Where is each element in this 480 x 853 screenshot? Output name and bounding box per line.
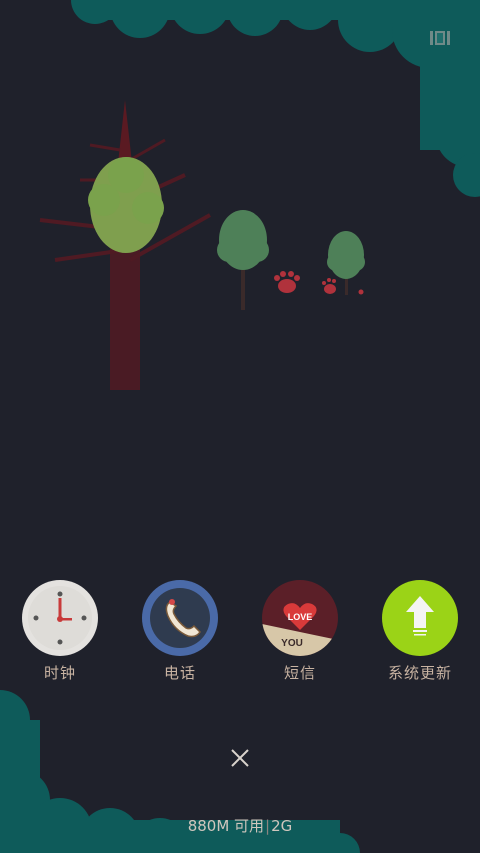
app-label-clock: 时钟	[43, 664, 76, 682]
red-tree	[39, 100, 211, 390]
memory-available: 880M 可用	[187, 817, 265, 835]
app-label-system-update: 系统更新	[387, 664, 452, 682]
app-system-update[interactable]: 系统更新	[365, 580, 475, 690]
app-clock[interactable]: 时钟	[5, 580, 115, 690]
clock-icon	[22, 580, 98, 656]
phone-icon	[142, 580, 218, 656]
app-label-messages: 短信	[283, 664, 316, 682]
app-label-phone: 电话	[163, 664, 196, 682]
memory-network: 2G	[271, 817, 293, 835]
system-update-icon	[382, 580, 458, 656]
close-icon[interactable]	[222, 740, 258, 776]
app-phone[interactable]: 电话	[125, 580, 235, 690]
love-text: LOVE	[288, 612, 313, 622]
app-row: 时钟 电话 LOVE YOU 短信 系统更新	[0, 580, 480, 690]
app-messages[interactable]: LOVE YOU 短信	[245, 580, 355, 690]
forest-background	[0, 0, 480, 853]
you-text: YOU	[281, 638, 303, 649]
recent-panel-icon[interactable]	[430, 30, 450, 46]
small-tree-1	[217, 210, 269, 310]
messages-icon: LOVE YOU	[262, 580, 338, 656]
memory-separator: |	[265, 817, 271, 835]
memory-status: 880M 可用|2G	[0, 815, 480, 836]
